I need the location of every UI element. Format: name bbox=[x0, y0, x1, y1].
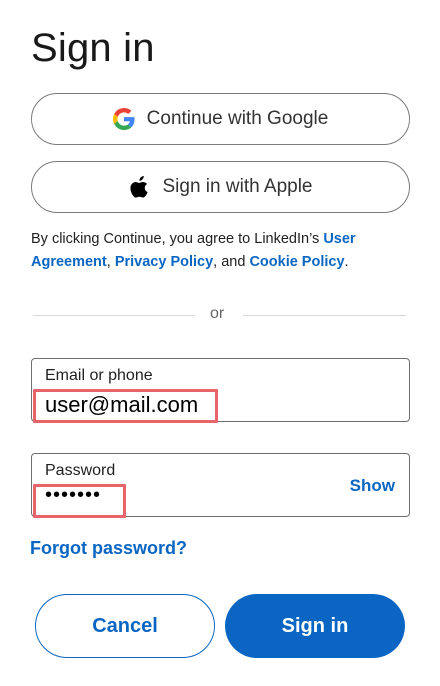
apple-button-label: Sign in with Apple bbox=[162, 176, 313, 197]
password-input[interactable]: ••••••• bbox=[45, 484, 101, 507]
divider-text: or bbox=[210, 305, 225, 322]
cookie-policy-link[interactable]: Cookie Policy bbox=[249, 254, 344, 270]
legal-notice: By clicking Continue, you agree to Linke… bbox=[31, 228, 416, 274]
divider-line bbox=[243, 315, 406, 316]
email-label: Email or phone bbox=[45, 367, 153, 384]
legal-separator: , bbox=[106, 254, 115, 270]
sign-in-page: Sign in Continue with Google Sign in wit… bbox=[0, 0, 440, 686]
legal-suffix: . bbox=[344, 254, 349, 270]
google-logo-icon bbox=[112, 108, 135, 130]
password-label: Password bbox=[45, 462, 116, 479]
sign-in-with-apple-button[interactable]: Sign in with Apple bbox=[31, 161, 410, 213]
apple-logo-icon bbox=[129, 176, 151, 198]
sign-in-button[interactable]: Sign in bbox=[225, 594, 405, 658]
google-button-label: Continue with Google bbox=[146, 108, 329, 129]
email-field[interactable]: Email or phone user@mail.com bbox=[31, 358, 410, 423]
continue-with-google-button[interactable]: Continue with Google bbox=[31, 93, 410, 145]
cancel-button[interactable]: Cancel bbox=[35, 594, 215, 658]
privacy-policy-link[interactable]: Privacy Policy bbox=[115, 254, 213, 270]
page-title: Sign in bbox=[31, 26, 155, 70]
password-field[interactable]: Password ••••••• Show bbox=[31, 453, 410, 518]
legal-separator: , and bbox=[213, 254, 250, 270]
show-password-button[interactable]: Show bbox=[350, 476, 395, 496]
forgot-password-link[interactable]: Forgot password? bbox=[30, 538, 187, 559]
legal-prefix: By clicking Continue, you agree to Linke… bbox=[31, 231, 324, 247]
divider-line bbox=[33, 315, 195, 316]
email-input[interactable]: user@mail.com bbox=[45, 392, 198, 418]
